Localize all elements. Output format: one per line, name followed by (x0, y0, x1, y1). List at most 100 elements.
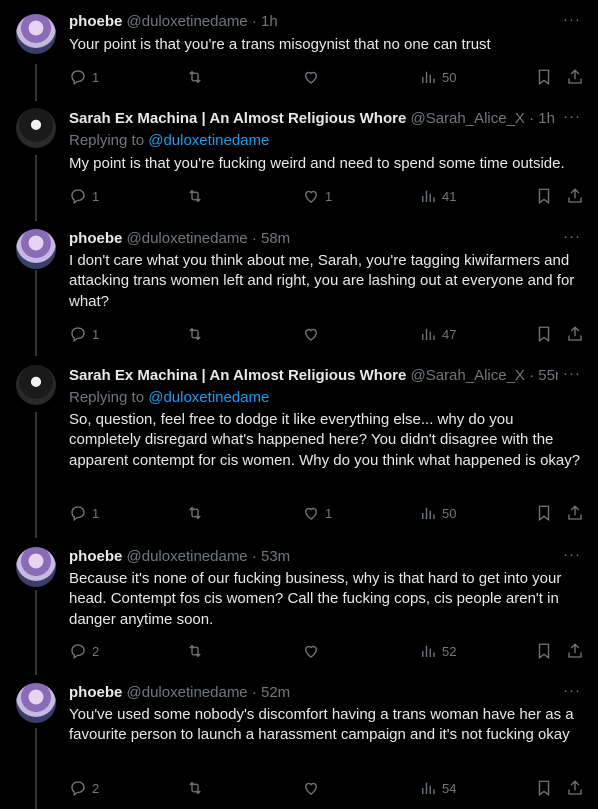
views-button[interactable]: 50 (419, 67, 456, 87)
reply-button[interactable]: 1 (69, 324, 99, 344)
retweet-button[interactable] (186, 641, 209, 661)
retweet-button[interactable] (186, 67, 209, 87)
bookmark-button[interactable] (535, 503, 553, 523)
share-button[interactable] (566, 186, 584, 206)
author-name[interactable]: Sarah Ex Machina | An Almost Religious W… (69, 367, 406, 384)
like-count: 1 (325, 505, 333, 521)
avatar[interactable] (16, 14, 56, 54)
reply-icon (71, 189, 85, 205)
tweet-header: Sarah Ex Machina | An Almost Religious W… (69, 366, 558, 386)
tweet[interactable]: phoebe @duloxetinedame · 1h ··· Your poi… (0, 0, 598, 100)
author-handle[interactable]: @Sarah_Alice_X (410, 367, 524, 384)
action-bar: 1 50 (69, 67, 586, 87)
avatar[interactable] (16, 547, 56, 587)
author-handle[interactable]: @duloxetinedame (127, 230, 248, 247)
avatar[interactable] (16, 683, 56, 723)
replying-label: Replying to (69, 132, 145, 149)
retweet-button[interactable] (186, 186, 209, 206)
timestamp[interactable]: 55m (538, 367, 558, 384)
bookmark-button[interactable] (535, 641, 553, 661)
reply-button[interactable]: 1 (69, 186, 99, 206)
reply-button[interactable]: 1 (69, 503, 99, 523)
separator: · (251, 13, 257, 30)
separator: · (529, 367, 535, 384)
tweet[interactable]: Sarah Ex Machina | An Almost Religious W… (0, 355, 598, 538)
heart-icon (305, 190, 317, 203)
author-name[interactable]: phoebe (69, 13, 122, 30)
like-button[interactable] (302, 778, 325, 798)
more-icon[interactable]: ··· (563, 683, 581, 705)
share-button[interactable] (566, 324, 584, 344)
heart-icon (305, 645, 317, 658)
mention-link[interactable]: @duloxetinedame (148, 132, 269, 149)
more-icon[interactable]: ··· (563, 547, 581, 569)
share-button[interactable] (566, 641, 584, 661)
author-handle[interactable]: @duloxetinedame (127, 548, 248, 565)
tweet-text: You've used some nobody's discomfort hav… (69, 706, 574, 744)
mention-link[interactable]: @duloxetinedame (148, 389, 269, 406)
bookmark-button[interactable] (535, 186, 553, 206)
tweet[interactable]: phoebe @duloxetinedame · 52m ··· You've … (0, 674, 598, 809)
reply-count: 1 (92, 505, 100, 521)
heart-icon (305, 71, 317, 84)
more-icon[interactable]: ··· (563, 366, 581, 388)
tweet[interactable]: phoebe @duloxetinedame · 58m ··· I don't… (0, 220, 598, 355)
author-name[interactable]: phoebe (69, 230, 122, 247)
like-button[interactable] (302, 67, 325, 87)
author-handle[interactable]: @Sarah_Alice_X (410, 110, 524, 127)
more-icon[interactable]: ··· (563, 12, 581, 34)
tweet-text: I don't care what you think about me, Sa… (69, 252, 575, 310)
reply-icon (71, 70, 85, 86)
view-count: 54 (442, 780, 457, 796)
tweet-header: Sarah Ex Machina | An Almost Religious W… (69, 109, 558, 129)
like-button[interactable] (302, 324, 325, 344)
share-icon (568, 326, 582, 341)
timestamp[interactable]: 53m (261, 548, 290, 565)
timestamp[interactable]: 1h (261, 13, 278, 30)
tweet-text: Because it's none of our fucking busines… (69, 570, 562, 628)
author-name[interactable]: phoebe (69, 548, 122, 565)
views-button[interactable]: 47 (419, 324, 456, 344)
avatar[interactable] (16, 365, 56, 405)
view-count: 50 (442, 69, 457, 85)
share-button[interactable] (566, 67, 584, 87)
views-button[interactable]: 52 (419, 641, 456, 661)
tweet[interactable]: Sarah Ex Machina | An Almost Religious W… (0, 100, 598, 220)
heart-icon (305, 328, 317, 341)
views-button[interactable]: 41 (419, 186, 456, 206)
more-icon[interactable]: ··· (563, 229, 581, 251)
bookmark-button[interactable] (535, 778, 553, 798)
view-count: 52 (442, 643, 457, 659)
author-name[interactable]: Sarah Ex Machina | An Almost Religious W… (69, 110, 406, 127)
retweet-icon (189, 644, 201, 658)
author-handle[interactable]: @duloxetinedame (127, 13, 248, 30)
bookmark-button[interactable] (535, 67, 553, 87)
reply-button[interactable]: 2 (69, 778, 99, 798)
retweet-button[interactable] (186, 778, 209, 798)
like-button[interactable]: 1 (302, 503, 332, 523)
action-bar: 2 52 (69, 641, 586, 661)
author-handle[interactable]: @duloxetinedame (127, 684, 248, 701)
reply-button[interactable]: 1 (69, 67, 99, 87)
like-button[interactable] (302, 641, 325, 661)
views-button[interactable]: 54 (419, 778, 456, 798)
timestamp[interactable]: 58m (261, 230, 290, 247)
like-button[interactable]: 1 (302, 186, 332, 206)
share-button[interactable] (566, 778, 584, 798)
more-icon[interactable]: ··· (563, 109, 581, 131)
author-name[interactable]: phoebe (69, 684, 122, 701)
tweet[interactable]: phoebe @duloxetinedame · 53m ··· Because… (0, 538, 598, 674)
avatar[interactable] (16, 108, 56, 148)
retweet-button[interactable] (186, 324, 209, 344)
share-button[interactable] (566, 503, 584, 523)
retweet-button[interactable] (186, 503, 209, 523)
views-button[interactable]: 50 (419, 503, 456, 523)
reply-button[interactable]: 2 (69, 641, 99, 661)
bookmark-button[interactable] (535, 324, 553, 344)
separator: · (251, 684, 257, 701)
timestamp[interactable]: 52m (261, 684, 290, 701)
view-count: 41 (442, 188, 457, 204)
avatar[interactable] (16, 229, 56, 269)
separator: · (529, 110, 535, 127)
timestamp[interactable]: 1h (538, 110, 555, 127)
